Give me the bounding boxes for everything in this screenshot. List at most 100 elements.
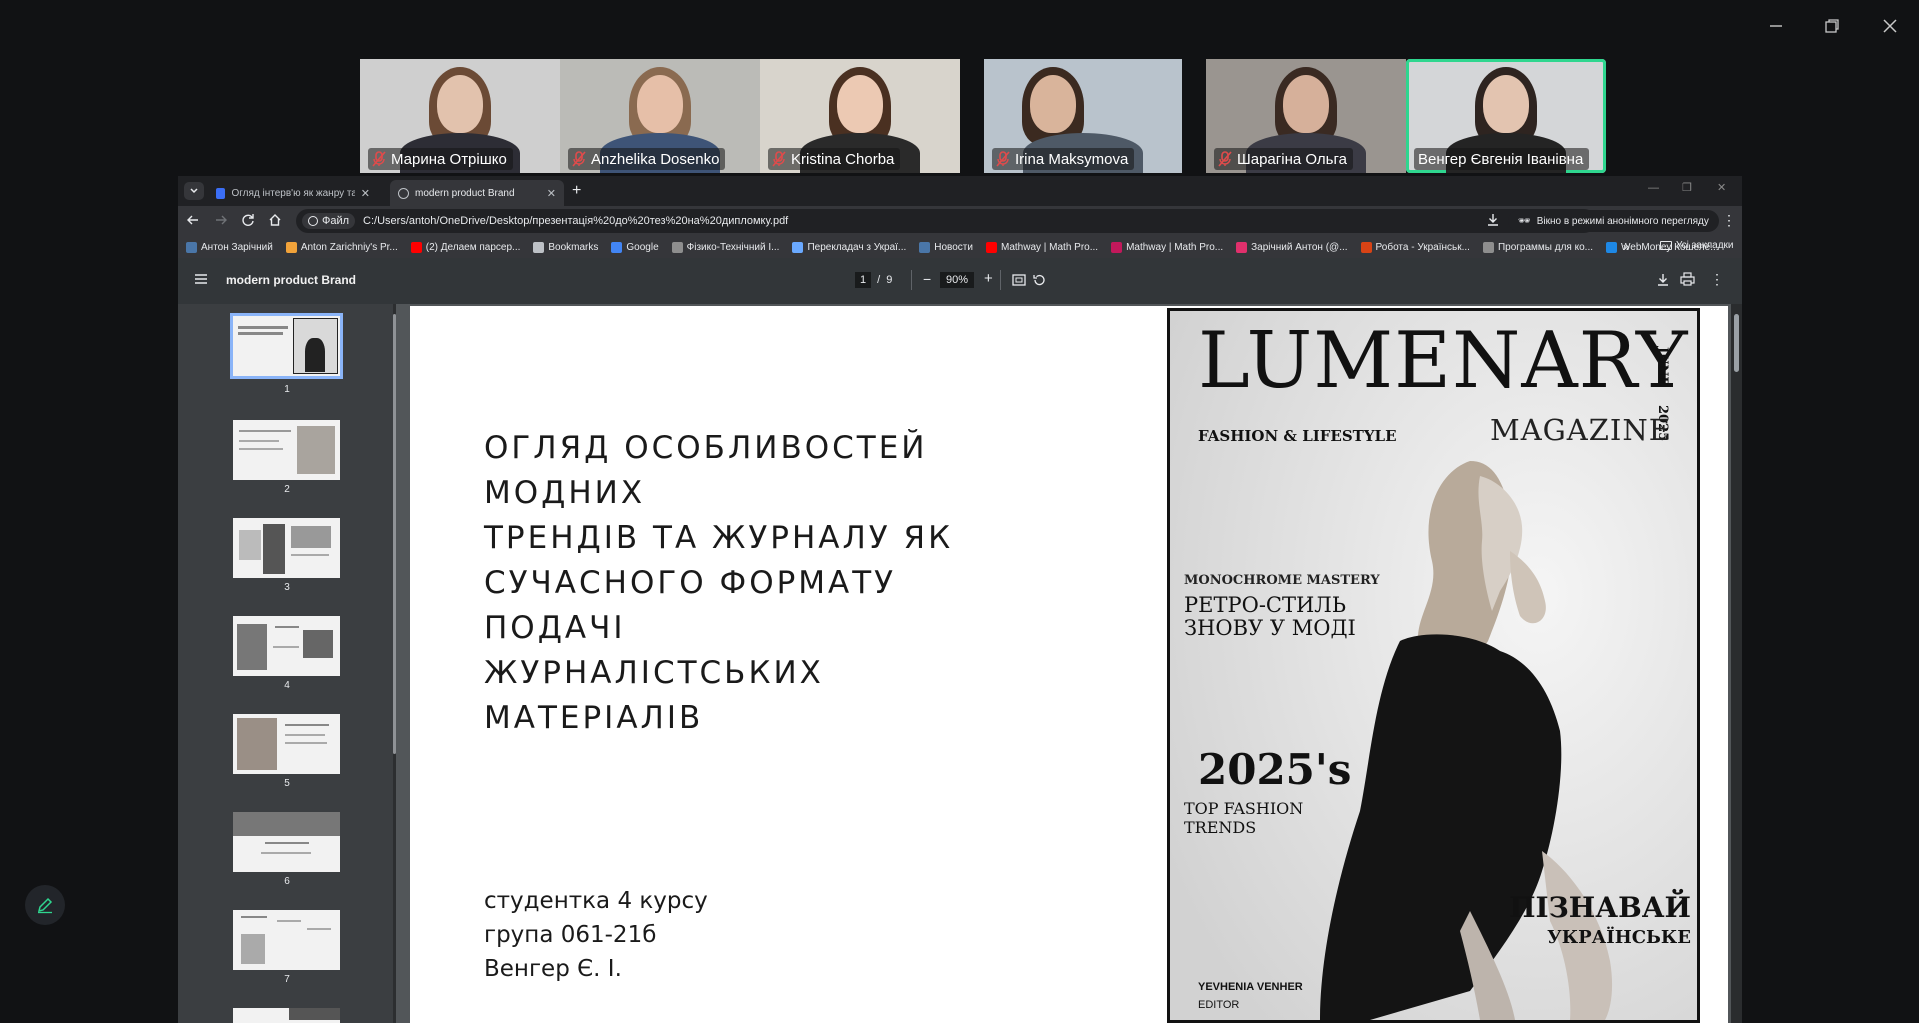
bookmark-label: Google: [626, 241, 659, 253]
cover-headline: РЕТРО-СТИЛЬ ЗНОВУ У МОДІ: [1184, 594, 1356, 640]
bookmark-favicon-icon: [1111, 241, 1123, 253]
page-thumbnail[interactable]: [233, 518, 340, 578]
fit-page-button[interactable]: [1012, 274, 1026, 286]
bookmark-label: Новости: [934, 241, 973, 253]
bookmark-item[interactable]: Зарічний Антон (@...: [1236, 241, 1348, 253]
participant-name: Irina Maksymova: [1015, 150, 1129, 168]
pdf-page: ОГЛЯД ОСОБЛИВОСТЕЙ МОДНИХ ТРЕНДІВ ТА ЖУР…: [410, 306, 1728, 1023]
toolbar-divider: [911, 270, 912, 290]
info-icon: [308, 216, 318, 226]
thumbnail-page-number: 6: [284, 876, 290, 887]
total-pages: 9: [886, 274, 893, 286]
page-thumbnail[interactable]: [233, 1008, 340, 1023]
author-line: Венгер Є. І.: [484, 956, 622, 982]
bookmark-item[interactable]: Bookmarks: [533, 241, 598, 253]
download-icon: [1658, 274, 1668, 286]
participant-strip: Марина Отрішко Anzhelika Dosenko Kristin…: [360, 59, 1606, 173]
bookmark-favicon-icon: [1360, 241, 1372, 253]
thumbnail-page-number: 2: [284, 484, 290, 495]
participant-tile[interactable]: Anzhelika Dosenko: [560, 59, 760, 173]
minimize-icon: [1770, 25, 1782, 27]
slide-title-line: ЖУРНАЛІСТСЬКИХ МАТЕРІАЛІВ: [484, 655, 824, 736]
page-thumbnail[interactable]: [233, 616, 340, 676]
participant-tile[interactable]: Kristina Chorba: [760, 59, 960, 173]
page-thumbnail[interactable]: [230, 313, 343, 379]
participant-tile-active-speaker[interactable]: Венгер Євгенія Іванівна: [1406, 59, 1606, 173]
page-thumbnail[interactable]: [233, 812, 340, 872]
pdf-download-button[interactable]: [1656, 273, 1670, 287]
bookmark-label: Anton Zarichniy's Pr...: [300, 241, 398, 253]
sidebar-scrollbar-thumb[interactable]: [393, 314, 396, 754]
minimize-window-button[interactable]: [1764, 14, 1788, 38]
pdf-scrollbar-track: [1731, 304, 1742, 1023]
bookmark-item[interactable]: Новости: [919, 241, 973, 253]
pdf-more-button[interactable]: ⋮: [1710, 271, 1724, 288]
cover-masthead: LUMENARY: [1198, 316, 1689, 406]
thumbnail-page-number: 1: [284, 384, 290, 395]
participant-tile[interactable]: Шарагіна Ольга: [1206, 59, 1406, 173]
bookmark-item[interactable]: Фізико-Технічний І...: [671, 241, 779, 253]
downloads-button[interactable]: [1486, 213, 1500, 227]
pdf-scrollbar-thumb[interactable]: [1734, 314, 1739, 372]
zoom-level-input[interactable]: 90%: [940, 272, 975, 288]
bookmark-favicon-icon: [533, 241, 545, 253]
cover-month: JUNE: [1655, 347, 1670, 387]
arrow-right-icon: [216, 215, 227, 225]
page-thumbnail[interactable]: [233, 714, 340, 774]
bookmark-favicon-icon: [1606, 241, 1617, 253]
fit-to-page-icon: [1012, 274, 1026, 286]
incognito-icon: 🕶: [1518, 215, 1531, 227]
bookmark-item[interactable]: Робота - Українськ...: [1360, 241, 1470, 253]
thumbnail-page-number: 7: [284, 974, 290, 985]
bookmark-favicon-icon: [985, 241, 997, 253]
browser-restore-button[interactable]: ❐: [1682, 181, 1692, 194]
zoom-in-button[interactable]: +: [984, 270, 993, 287]
browser-minimize-button[interactable]: —: [1648, 182, 1659, 194]
restore-window-button[interactable]: [1820, 14, 1844, 38]
bookmark-item[interactable]: Mathway | Math Pro...: [985, 241, 1099, 253]
participant-tile[interactable]: Irina Maksymova: [984, 59, 1182, 173]
cover-editor-name: YEVHENIA VENHER: [1198, 981, 1303, 993]
bookmark-item[interactable]: (2) Делаем парсер...: [410, 241, 520, 253]
page-thumbnail[interactable]: [233, 910, 340, 970]
sidebar-toggle-button[interactable]: [194, 273, 208, 285]
bookmark-item[interactable]: Google: [611, 241, 659, 253]
pdf-title: modern product Brand: [226, 273, 357, 287]
back-button[interactable]: [186, 213, 200, 227]
tab-interview-overview[interactable]: Огляд інтерв'ю як жанру та м... ✕: [208, 180, 378, 206]
all-bookmarks-button[interactable]: Усі закладки: [1660, 240, 1734, 251]
zoom-out-button[interactable]: −: [923, 271, 931, 287]
print-button[interactable]: [1680, 272, 1695, 286]
home-button[interactable]: [268, 213, 282, 227]
cover-headline-line: ЗНОВУ У МОДІ: [1184, 616, 1356, 640]
browser-menu-button[interactable]: ⋮: [1722, 212, 1736, 229]
page-thumbnail[interactable]: [233, 420, 340, 480]
browser-close-button[interactable]: ✕: [1717, 181, 1726, 194]
participant-name: Марина Отрішко: [391, 150, 507, 168]
close-tab-icon[interactable]: ✕: [361, 187, 370, 200]
bookmark-label: Mathway | Math Pro...: [1000, 241, 1099, 253]
rotate-button[interactable]: [1032, 273, 1046, 287]
address-bar[interactable]: Файл C:/Users/antoh/OneDrive/Desktop/пре…: [296, 209, 1596, 233]
reload-button[interactable]: [241, 213, 255, 227]
participant-tile[interactable]: Марина Отрішко: [360, 59, 560, 173]
bookmark-item[interactable]: Антон Зарічний: [186, 241, 273, 253]
bookmark-item[interactable]: Программы для ко...: [1482, 241, 1593, 253]
site-info-chip[interactable]: Файл: [302, 213, 356, 229]
bookmark-item[interactable]: Перекладач з Украї...: [792, 241, 906, 253]
incognito-indicator[interactable]: 🕶 Вікно в режимі анонімного перегляду: [1508, 210, 1719, 232]
cover-promo-1: ПІЗНАВАЙ: [1509, 891, 1691, 924]
page-number-input[interactable]: 1: [855, 272, 872, 288]
bookmark-item[interactable]: Anton Zarichniy's Pr...: [285, 241, 398, 253]
restore-icon: [1825, 19, 1839, 33]
tab-search-button[interactable]: [184, 182, 204, 200]
bookmark-item[interactable]: Mathway | Math Pro...: [1111, 241, 1223, 253]
browser-window: Огляд інтерв'ю як жанру та м... ✕ modern…: [178, 176, 1742, 1023]
more-bookmarks-button[interactable]: »: [1623, 240, 1630, 254]
new-tab-button[interactable]: +: [572, 182, 581, 200]
annotate-button[interactable]: [25, 885, 65, 925]
close-window-button[interactable]: [1878, 14, 1902, 38]
close-tab-icon[interactable]: ✕: [547, 187, 556, 200]
forward-button[interactable]: [214, 213, 228, 227]
tab-modern-product-brand[interactable]: modern product Brand ✕: [390, 180, 564, 206]
